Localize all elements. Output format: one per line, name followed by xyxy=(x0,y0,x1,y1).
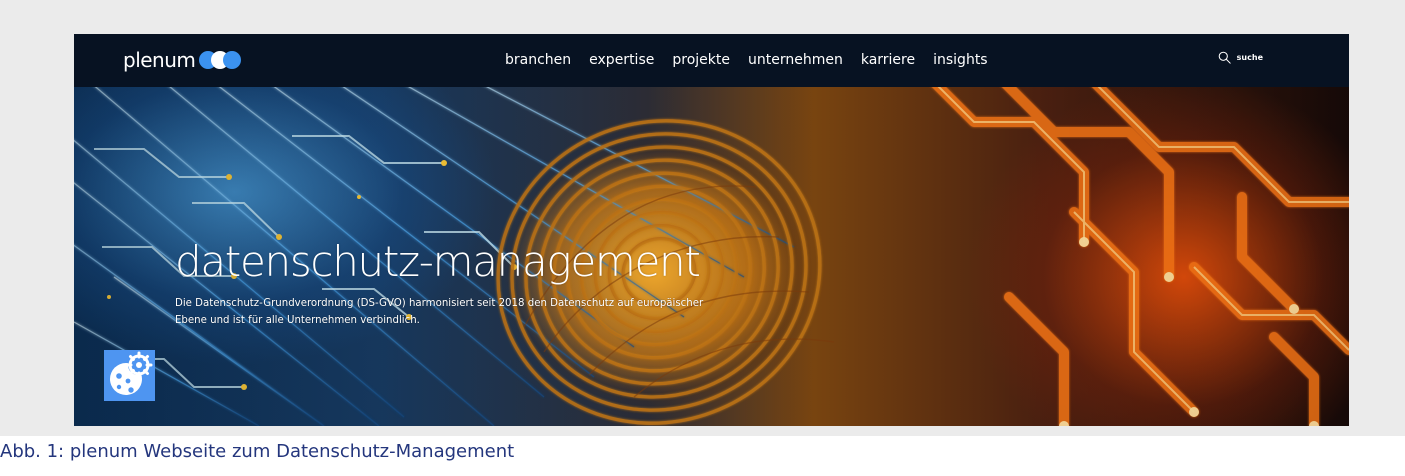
nav-branchen[interactable]: branchen xyxy=(496,49,580,71)
hero-content: datenschutz-management Die Datenschutz-G… xyxy=(175,238,715,329)
figure-caption: Abb. 1: plenum Webseite zum Datenschutz-… xyxy=(0,441,515,462)
search-button[interactable]: suche xyxy=(1218,51,1263,64)
nav-insights[interactable]: insights xyxy=(924,49,997,71)
hero-description: Die Datenschutz-Grundverordnung (DS-GVO)… xyxy=(175,298,704,326)
brand-dot-right xyxy=(223,51,242,69)
top-navigation: plenum branchen expertise projekte unter… xyxy=(74,34,1349,87)
hero-banner: datenschutz-management Die Datenschutz-G… xyxy=(74,87,1349,426)
main-menu: branchen expertise projekte unternehmen … xyxy=(496,49,997,71)
search-label: suche xyxy=(1236,53,1263,62)
nav-karriere[interactable]: karriere xyxy=(852,49,924,71)
nav-projekte[interactable]: projekte xyxy=(663,49,739,71)
plenum-logo[interactable]: plenum xyxy=(123,47,245,73)
cookie-settings-button[interactable] xyxy=(104,350,155,401)
cookie-gear-icon xyxy=(110,351,153,395)
screenshot-frame: plenum branchen expertise projekte unter… xyxy=(0,0,1405,436)
brand-dots-icon xyxy=(199,50,245,70)
search-icon xyxy=(1218,51,1231,64)
website-preview: plenum branchen expertise projekte unter… xyxy=(74,34,1349,426)
hero-title: datenschutz-management xyxy=(175,237,701,286)
brand-name: plenum xyxy=(123,48,196,72)
nav-unternehmen[interactable]: unternehmen xyxy=(739,49,852,71)
nav-expertise[interactable]: expertise xyxy=(580,49,663,71)
